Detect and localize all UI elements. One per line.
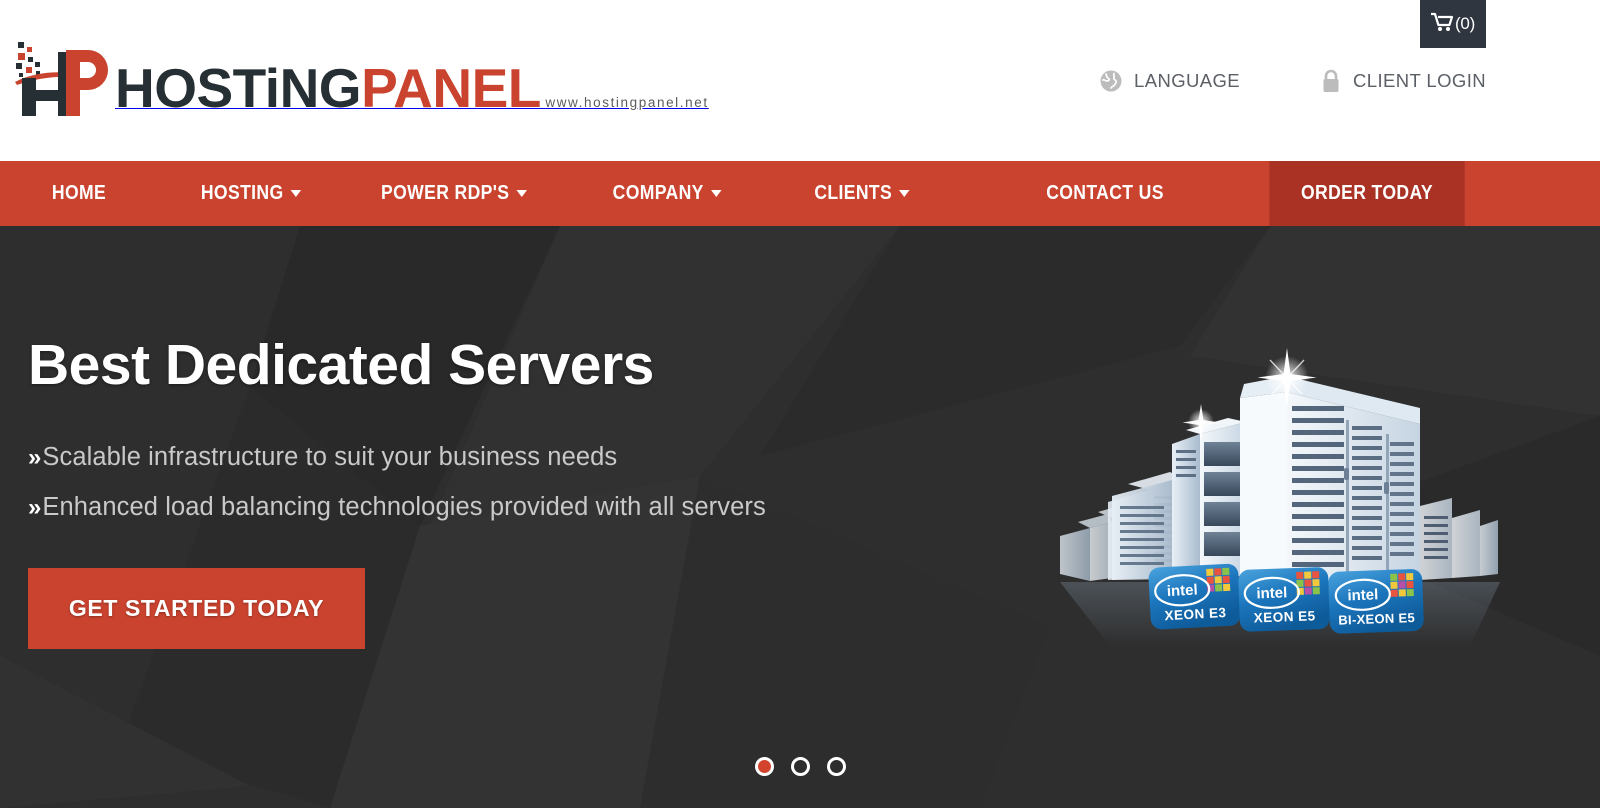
chevron-down-icon <box>290 190 302 197</box>
chevron-down-icon <box>516 190 527 197</box>
hero-carousel: Best Dedicated Servers » Scalable infras… <box>0 226 1600 808</box>
double-chevron-icon: » <box>28 443 41 471</box>
cart-count: (0) <box>1455 14 1475 33</box>
nav-item-home[interactable]: HOME <box>9 161 148 226</box>
client-login-label: CLIENT LOGIN <box>1353 69 1486 91</box>
nav-item-clients[interactable]: CLIENTS <box>781 161 943 226</box>
logo-wordmark: HOSTiNGPANEL <box>115 57 541 119</box>
nav-item-hosting[interactable]: HOSTING <box>169 161 333 226</box>
double-chevron-icon: » <box>28 493 41 521</box>
logo-word-panel: PANEL <box>361 57 541 119</box>
hp-monogram-icon <box>14 40 109 118</box>
cart-button[interactable]: (0) <box>1420 0 1486 48</box>
hero-title: Best Dedicated Servers <box>28 333 654 397</box>
nav-label-hosting: HOSTING <box>200 182 284 204</box>
nav-label-clients: CLIENTS <box>814 182 893 204</box>
logo-url: www.hostingpanel.net <box>545 95 709 110</box>
carousel-dot-2[interactable] <box>790 757 810 776</box>
language-selector[interactable]: LANGUAGE <box>1099 69 1240 93</box>
main-navigation: HOME HOSTING POWER RDP'S COMPANY CLIENTS… <box>0 161 1600 226</box>
nav-item-company[interactable]: COMPANY <box>576 161 757 226</box>
svg-text:intel: intel <box>1347 586 1378 604</box>
nav-item-contact-us[interactable]: CONTACT US <box>972 161 1238 226</box>
shopping-cart-icon <box>1431 12 1454 37</box>
hero-feature-text: Scalable infrastructure to suit your bus… <box>42 442 618 471</box>
chevron-down-icon <box>899 190 910 197</box>
globe-icon <box>1099 69 1123 93</box>
logo-word-hosting: HOSTiNG <box>115 57 362 119</box>
carousel-dot-1[interactable] <box>754 757 774 776</box>
hero-text-panel: Best Dedicated Servers » Scalable infras… <box>28 333 908 649</box>
nav-item-power-rdps[interactable]: POWER RDP'S <box>357 161 551 226</box>
badge-model-label: XEON E5 <box>1253 608 1316 625</box>
header-utility-nav: LANGUAGE CLIENT LOGIN (0) <box>1099 0 1486 161</box>
nav-label-contact-us: CONTACT US <box>1046 182 1164 204</box>
hero-feature-list: » Scalable infrastructure to suit your b… <box>28 443 908 522</box>
intel-badge-xeon-e3: intel XEON E3 <box>1148 563 1241 630</box>
carousel-dot-3[interactable] <box>826 757 846 776</box>
get-started-button[interactable]: GET STARTED TODAY <box>28 567 365 649</box>
server-racks-illustration: intel XEON E3 intel XEON E5 intel BI-XEO… <box>1060 348 1500 646</box>
hero-feature-item: » Scalable infrastructure to suit your b… <box>28 443 908 472</box>
hero-feature-text: Enhanced load balancing technologies pro… <box>42 492 766 521</box>
intel-badge-bi-xeon-e5: intel BI-XEON E5 <box>1328 569 1424 634</box>
site-logo[interactable]: HOSTiNGPANEL www.hostingpanel.net <box>14 28 709 118</box>
nav-item-order-today[interactable]: ORDER TODAY <box>1269 161 1465 226</box>
nav-label-power-rdps: POWER RDP'S <box>381 182 510 204</box>
lock-icon <box>1320 68 1342 94</box>
carousel-pagination <box>0 757 1600 776</box>
client-login-link[interactable]: CLIENT LOGIN <box>1320 68 1486 94</box>
chevron-down-icon <box>710 190 722 197</box>
intel-badge-xeon-e5: intel XEON E5 <box>1238 567 1330 632</box>
svg-text:intel: intel <box>1166 581 1198 600</box>
nav-label-order-today: ORDER TODAY <box>1301 182 1433 204</box>
language-label: LANGUAGE <box>1134 69 1241 91</box>
nav-label-company: COMPANY <box>612 182 704 204</box>
svg-text:intel: intel <box>1256 584 1287 602</box>
site-header: HOSTiNGPANEL www.hostingpanel.net LANGUA… <box>0 0 1600 161</box>
badge-model-label: BI-XEON E5 <box>1338 610 1415 628</box>
nav-label-home: HOME <box>51 182 107 204</box>
hero-feature-item: » Enhanced load balancing technologies p… <box>28 493 908 522</box>
